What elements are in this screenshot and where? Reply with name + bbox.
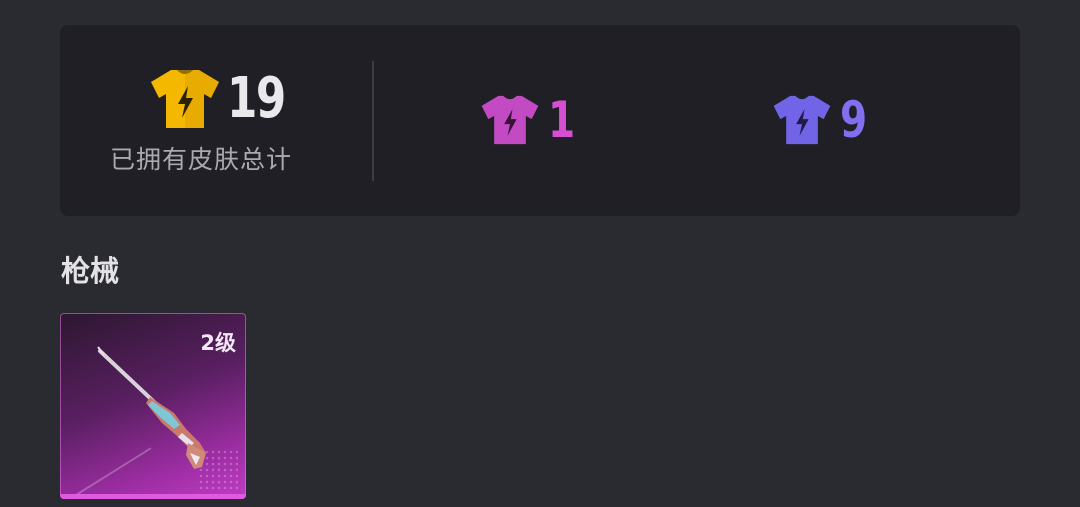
- total-skins-count: 19: [227, 66, 286, 131]
- rifle-icon: [97, 346, 206, 469]
- purple-skins-stat: 9: [772, 94, 873, 146]
- pink-skins-count: 1: [548, 91, 575, 149]
- weapons-section-title: 枪械: [61, 254, 120, 288]
- item-level-badge: 2级: [200, 331, 236, 355]
- gold-shirt-icon: [151, 70, 219, 128]
- rarity-bar: [60, 494, 246, 499]
- pink-skins-stat: 1: [480, 94, 581, 146]
- total-skins-stat: 19: [149, 68, 301, 130]
- pink-shirt-icon: [481, 95, 539, 145]
- skins-page: 19 已拥有皮肤总计 1 9 枪械 2级: [0, 0, 1080, 507]
- total-skins-label: 已拥有皮肤总计: [110, 145, 293, 174]
- weapon-skin-card[interactable]: 2级: [60, 313, 246, 499]
- purple-skins-count: 9: [840, 91, 867, 149]
- purple-shirt-icon: [773, 95, 831, 145]
- skin-stats-panel: 19 已拥有皮肤总计 1 9: [60, 25, 1020, 216]
- stats-divider: [372, 61, 374, 181]
